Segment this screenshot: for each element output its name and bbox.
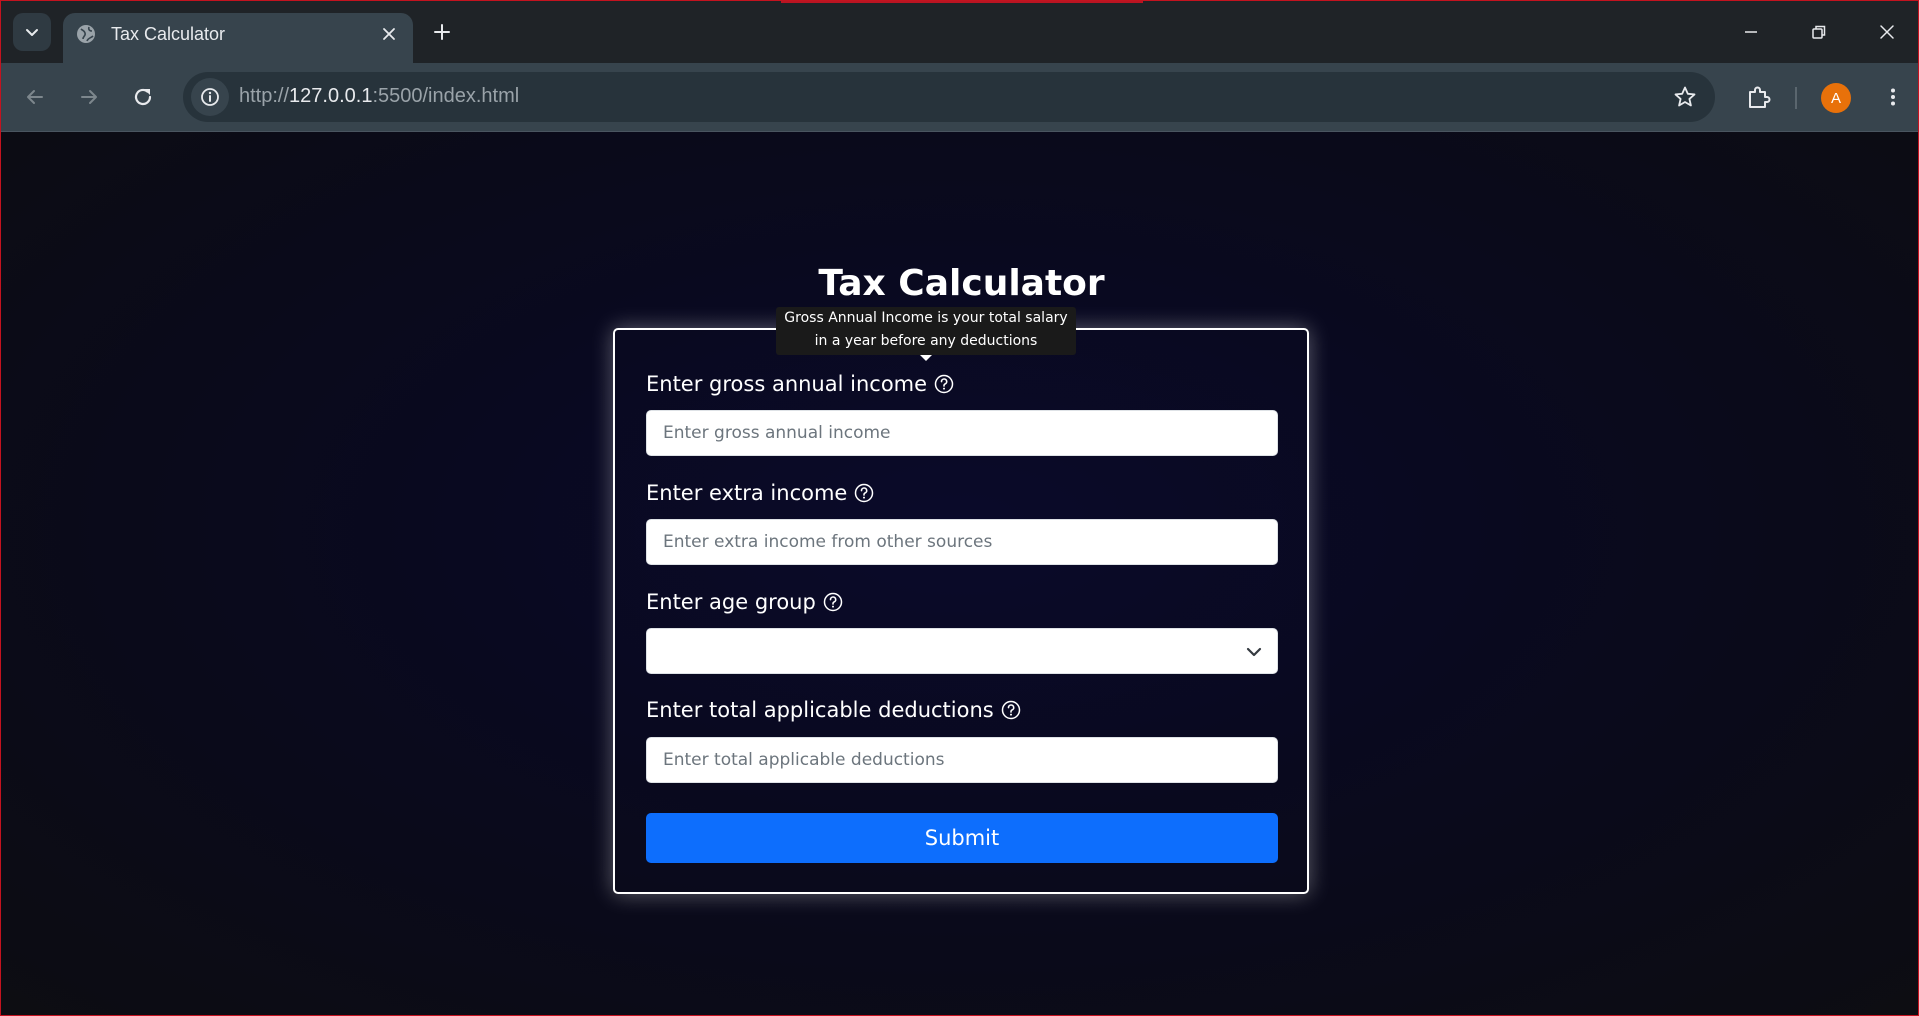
question-circle-icon[interactable] bbox=[823, 592, 843, 612]
puzzle-icon bbox=[1749, 86, 1771, 108]
extra-income-input[interactable] bbox=[646, 519, 1278, 565]
gross-income-label-text: Enter gross annual income bbox=[646, 372, 928, 396]
arrow-right-icon bbox=[81, 90, 97, 104]
age-group-label-text: Enter age group bbox=[646, 590, 816, 614]
close-window-button[interactable] bbox=[1867, 13, 1907, 51]
gross-income-input[interactable] bbox=[646, 410, 1278, 456]
tab-tax-calculator[interactable]: Tax Calculator bbox=[63, 13, 413, 63]
tooltip-arrow bbox=[920, 355, 932, 361]
browser-window: Tax Calculator http://127.0.0.1:5500/ind… bbox=[0, 0, 1919, 1016]
page-content: Tax Calculator Gross Annual Income is yo… bbox=[1, 132, 1918, 1015]
globe-icon bbox=[77, 25, 95, 43]
back-button[interactable] bbox=[15, 77, 55, 117]
address-bar[interactable]: http://127.0.0.1:5500/index.html bbox=[183, 72, 1715, 122]
help-tooltip: Gross Annual Income is your total salary… bbox=[776, 307, 1076, 355]
deductions-input[interactable] bbox=[646, 737, 1278, 783]
extensions-button[interactable] bbox=[1739, 77, 1779, 117]
forward-button[interactable] bbox=[69, 77, 109, 117]
chevron-down-icon bbox=[1246, 647, 1262, 657]
tab-strip: Tax Calculator bbox=[1, 1, 1918, 63]
question-circle-icon[interactable] bbox=[854, 483, 874, 503]
tab-search-button[interactable] bbox=[13, 13, 51, 51]
close-icon bbox=[1880, 25, 1894, 39]
arrow-left-icon bbox=[27, 90, 43, 104]
url-scheme: http:// bbox=[239, 85, 290, 107]
browser-menu-button[interactable] bbox=[1873, 77, 1913, 117]
new-tab-button[interactable] bbox=[427, 17, 457, 47]
url-host: 127.0.0.1 bbox=[289, 85, 373, 107]
chevron-down-icon bbox=[26, 29, 38, 36]
star-icon bbox=[1674, 86, 1696, 107]
submit-button[interactable]: Submit bbox=[646, 813, 1278, 863]
minimize-icon bbox=[1745, 31, 1757, 33]
age-group-label: Enter age group bbox=[646, 590, 843, 614]
site-info-button[interactable] bbox=[191, 78, 229, 116]
extra-income-label: Enter extra income bbox=[646, 481, 874, 505]
reload-button[interactable] bbox=[123, 77, 163, 117]
profile-avatar[interactable]: A bbox=[1821, 83, 1851, 113]
window-accent-bar bbox=[781, 1, 1143, 3]
restore-icon bbox=[1812, 25, 1826, 39]
deductions-label-text: Enter total applicable deductions bbox=[646, 698, 994, 722]
page-title: Tax Calculator bbox=[818, 263, 1105, 304]
reload-icon bbox=[134, 88, 152, 106]
restore-button[interactable] bbox=[1799, 13, 1839, 51]
age-group-select[interactable] bbox=[646, 628, 1278, 674]
more-vertical-icon bbox=[1891, 88, 1895, 106]
tab-close-button[interactable] bbox=[377, 22, 401, 46]
close-icon bbox=[383, 28, 395, 40]
url-path: :5500/index.html bbox=[372, 85, 520, 107]
browser-toolbar: http://127.0.0.1:5500/index.html A bbox=[1, 63, 1918, 131]
plus-icon bbox=[434, 24, 450, 40]
tab-title: Tax Calculator bbox=[111, 24, 226, 44]
toolbar-divider bbox=[1795, 87, 1797, 109]
bookmark-star-button[interactable] bbox=[1671, 83, 1699, 111]
extra-income-label-text: Enter extra income bbox=[646, 481, 848, 505]
info-icon bbox=[201, 88, 219, 106]
deductions-label: Enter total applicable deductions bbox=[646, 698, 1021, 722]
minimize-button[interactable] bbox=[1731, 13, 1771, 51]
url-text: http://127.0.0.1:5500/index.html bbox=[239, 85, 519, 108]
question-circle-icon[interactable] bbox=[1001, 700, 1021, 720]
gross-income-label: Enter gross annual income bbox=[646, 372, 954, 396]
question-circle-icon[interactable] bbox=[934, 374, 954, 394]
